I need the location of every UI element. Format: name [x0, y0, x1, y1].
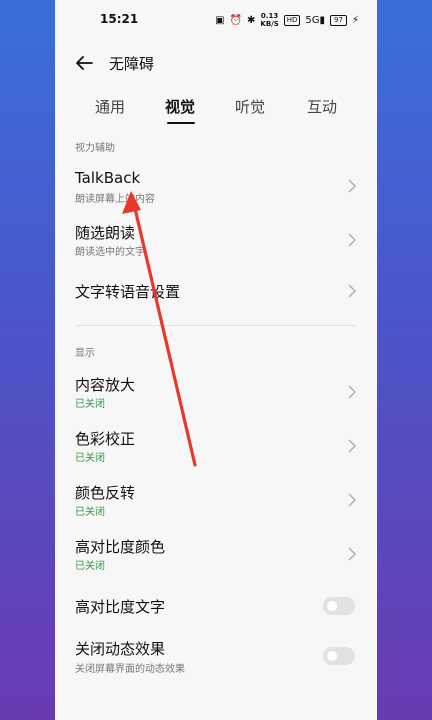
signal-icon: 5G▮	[305, 14, 326, 26]
item-subtitle: 朗读选中的文字	[75, 247, 145, 258]
list-item-magnification[interactable]: 内容放大 已关闭	[55, 366, 377, 418]
high-contrast-text-toggle[interactable]	[323, 597, 355, 615]
item-status: 已关闭	[75, 561, 105, 572]
charging-icon: ⚡	[351, 14, 359, 26]
phone-screen: 15:21 ▣ ⏰ ✱ 0.13 KB/S HD 5G▮ 97 ⚡ 无障碍 通用…	[55, 0, 377, 720]
chevron-right-icon	[348, 439, 357, 453]
item-title: 高对比度文字	[75, 598, 166, 616]
tab-hearing[interactable]: 听觉	[235, 96, 265, 117]
chevron-right-icon	[348, 493, 357, 507]
tab-vision[interactable]: 视觉	[165, 96, 195, 117]
list-item-color-correction[interactable]: 色彩校正 已关闭	[55, 420, 377, 472]
list-item-tts-settings[interactable]: 文字转语音设置	[55, 268, 377, 314]
list-item-remove-animations: 关闭动态效果 关闭屏幕界面的动态效果	[55, 632, 377, 684]
chevron-right-icon	[348, 385, 357, 399]
item-title: 关闭动态效果	[75, 640, 166, 658]
page-title: 无障碍	[109, 55, 155, 73]
item-title: 高对比度颜色	[75, 538, 166, 556]
battery-icon: 97	[330, 14, 347, 26]
item-title: 颜色反转	[75, 484, 136, 502]
list-item-color-inversion[interactable]: 颜色反转 已关闭	[55, 474, 377, 526]
list-item-high-contrast-color[interactable]: 高对比度颜色 已关闭	[55, 528, 377, 580]
item-subtitle: 关闭屏幕界面的动态效果	[75, 664, 185, 675]
bluetooth-icon: ✱	[247, 14, 256, 26]
chevron-right-icon	[348, 179, 357, 193]
section-header-display: 显示	[75, 348, 95, 359]
header: 无障碍	[55, 46, 377, 80]
section-divider	[75, 325, 357, 326]
hd-badge: HD	[283, 14, 301, 26]
status-bar: 15:21 ▣ ⏰ ✱ 0.13 KB/S HD 5G▮ 97 ⚡	[55, 0, 377, 40]
item-status: 已关闭	[75, 453, 105, 464]
item-title: 内容放大	[75, 376, 136, 394]
network-speed: 0.13 KB/S	[260, 12, 279, 28]
item-status: 已关闭	[75, 399, 105, 410]
item-title: 文字转语音设置	[75, 283, 181, 301]
item-subtitle: 朗读屏幕上的内容	[75, 194, 155, 205]
section-header-vision-aid: 视力辅助	[75, 143, 115, 154]
alarm-icon: ⏰	[229, 14, 242, 26]
item-title: 随选朗读	[75, 224, 136, 242]
item-title: TalkBack	[75, 169, 141, 187]
list-item-high-contrast-text: 高对比度文字	[55, 584, 377, 628]
chevron-right-icon	[348, 284, 357, 298]
status-icons: ▣ ⏰ ✱ 0.13 KB/S HD 5G▮ 97 ⚡	[215, 12, 359, 28]
item-title: 色彩校正	[75, 430, 136, 448]
status-time: 15:21	[100, 12, 139, 26]
tab-general[interactable]: 通用	[95, 96, 125, 117]
item-status: 已关闭	[75, 507, 105, 518]
chevron-right-icon	[348, 547, 357, 561]
list-item-select-to-speak[interactable]: 随选朗读 朗读选中的文字	[55, 214, 377, 266]
chevron-right-icon	[348, 233, 357, 247]
remove-animations-toggle[interactable]	[323, 647, 355, 665]
nfc-icon: ▣	[215, 14, 225, 26]
active-tab-indicator	[167, 122, 195, 124]
list-item-talkback[interactable]: TalkBack 朗读屏幕上的内容	[55, 160, 377, 212]
tab-interaction[interactable]: 互动	[307, 96, 337, 117]
tab-bar: 通用 视觉 听觉 互动	[55, 92, 377, 124]
back-arrow-icon[interactable]	[73, 52, 95, 74]
